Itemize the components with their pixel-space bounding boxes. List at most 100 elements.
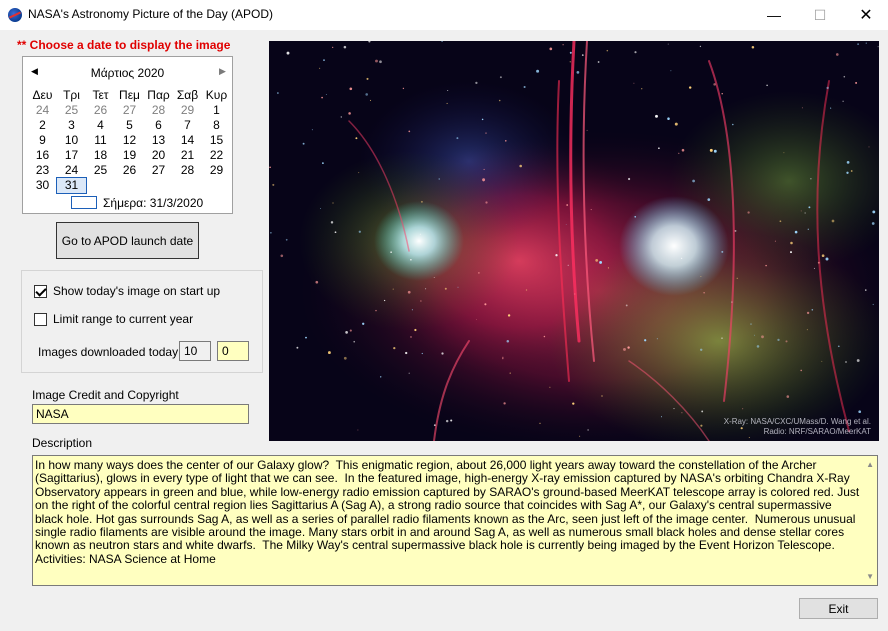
star [754, 334, 755, 336]
star [549, 386, 551, 388]
calendar-day[interactable]: 26 [86, 103, 115, 118]
calendar-day[interactable]: 25 [57, 103, 86, 118]
calendar-day[interactable]: 6 [144, 118, 173, 133]
next-month-arrow-icon[interactable]: ▶ [219, 66, 226, 77]
calendar-day[interactable]: 7 [173, 118, 202, 133]
star [721, 93, 723, 95]
star [837, 345, 840, 348]
calendar-day[interactable]: 2 [28, 118, 57, 133]
calendar-day[interactable]: 22 [202, 148, 231, 163]
star [742, 408, 744, 410]
star [383, 299, 386, 302]
calendar-day[interactable]: 31 [56, 177, 87, 194]
star [826, 86, 829, 90]
star [483, 168, 485, 170]
description-textarea[interactable]: In how many ways does the center of our … [32, 455, 878, 586]
calendar-day[interactable]: 21 [173, 148, 202, 163]
star [565, 224, 567, 225]
star [340, 116, 343, 118]
scroll-up-arrow-icon[interactable]: ▲ [866, 460, 874, 469]
star [858, 410, 862, 414]
minimize-button[interactable]: — [751, 0, 797, 30]
calendar-day[interactable]: 30 [28, 178, 57, 193]
weekday-header: Πεμ [119, 88, 140, 102]
star [447, 89, 449, 92]
exit-button[interactable]: Exit [799, 598, 878, 619]
weekday-header: Τετ [92, 88, 109, 102]
calendar-day[interactable]: 27 [144, 163, 173, 178]
maximize-button[interactable]: ☐ [797, 0, 843, 30]
star [296, 346, 299, 349]
calendar-day[interactable]: 8 [202, 118, 231, 133]
downloads-label: Images downloaded today:. [38, 345, 185, 359]
apod-launch-date-button[interactable]: Go to APOD launch date [56, 222, 199, 259]
calendar-day[interactable]: 28 [173, 163, 202, 178]
star [732, 123, 734, 126]
calendar-today[interactable]: Σήμερα: 31/3/2020 [71, 196, 231, 210]
star [410, 259, 412, 261]
calendar-day[interactable]: 25 [86, 163, 115, 178]
calendar-day[interactable]: 18 [86, 148, 115, 163]
calendar-day[interactable]: 11 [86, 133, 115, 148]
show-today-checkbox-row[interactable]: Show today's image on start up [34, 284, 220, 298]
calendar-day[interactable]: 24 [28, 103, 57, 118]
calendar-day[interactable]: 27 [115, 103, 144, 118]
star [502, 356, 504, 358]
calendar-day[interactable]: 5 [115, 118, 144, 133]
star [835, 53, 839, 56]
star [485, 132, 487, 134]
calendar-day[interactable]: 15 [202, 133, 231, 148]
title-bar: NASA's Astronomy Picture of the Day (APO… [0, 0, 888, 30]
star [482, 178, 486, 182]
star [311, 129, 313, 131]
calendar-day[interactable]: 26 [115, 163, 144, 178]
star [627, 346, 630, 349]
star [536, 69, 540, 73]
star [343, 356, 347, 360]
calendar-day[interactable]: 20 [144, 148, 173, 163]
star [800, 369, 803, 372]
star [688, 86, 692, 89]
star [369, 99, 372, 101]
calendar-day[interactable]: 12 [115, 133, 144, 148]
star [655, 114, 658, 118]
calendar-day[interactable]: 23 [28, 163, 57, 178]
credit-field[interactable]: NASA [32, 404, 249, 424]
star [375, 309, 377, 312]
calendar-day[interactable]: 3 [57, 118, 86, 133]
star [362, 322, 365, 325]
star [353, 340, 355, 343]
star [569, 61, 572, 63]
description-label: Description [32, 436, 93, 450]
calendar-day[interactable]: 10 [57, 133, 86, 148]
scroll-down-arrow-icon[interactable]: ▼ [866, 572, 874, 581]
calendar-day[interactable]: 19 [115, 148, 144, 163]
limit-range-checkbox-row[interactable]: Limit range to current year [34, 312, 193, 326]
month-calendar[interactable]: Μάρτιος 2020 ◀ ▶ Δευ Τρι Τετ Πεμ Παρ Σαβ Κυρ 24… [22, 56, 233, 214]
window-title: NASA's Astronomy Picture of the Day (APO… [28, 7, 274, 21]
star [457, 286, 459, 288]
star [634, 215, 637, 218]
calendar-day[interactable]: 13 [144, 133, 173, 148]
star [777, 338, 780, 342]
calendar-day[interactable]: 29 [202, 163, 231, 178]
star [425, 288, 427, 290]
star [509, 372, 511, 374]
calendar-day[interactable]: 14 [173, 133, 202, 148]
star [790, 241, 793, 245]
previous-month-arrow-icon[interactable]: ◀ [31, 66, 38, 77]
calendar-day[interactable]: 17 [57, 148, 86, 163]
close-button[interactable]: ✕ [843, 0, 888, 30]
calendar-day[interactable]: 16 [28, 148, 57, 163]
calendar-day[interactable]: 29 [173, 103, 202, 118]
calendar-day[interactable]: 1 [202, 103, 231, 118]
star [334, 231, 337, 234]
limit-range-checkbox[interactable] [34, 312, 47, 326]
calendar-day[interactable]: 24 [57, 163, 86, 178]
show-today-checkbox[interactable] [34, 284, 47, 298]
image-credit-overlay: X-Ray: NASA/CXC/UMass/D. Wang et al. Rad… [724, 417, 871, 437]
calendar-day[interactable]: 4 [86, 118, 115, 133]
calendar-day[interactable]: 28 [144, 103, 173, 118]
calendar-day[interactable]: 9 [28, 133, 57, 148]
star [349, 329, 352, 332]
